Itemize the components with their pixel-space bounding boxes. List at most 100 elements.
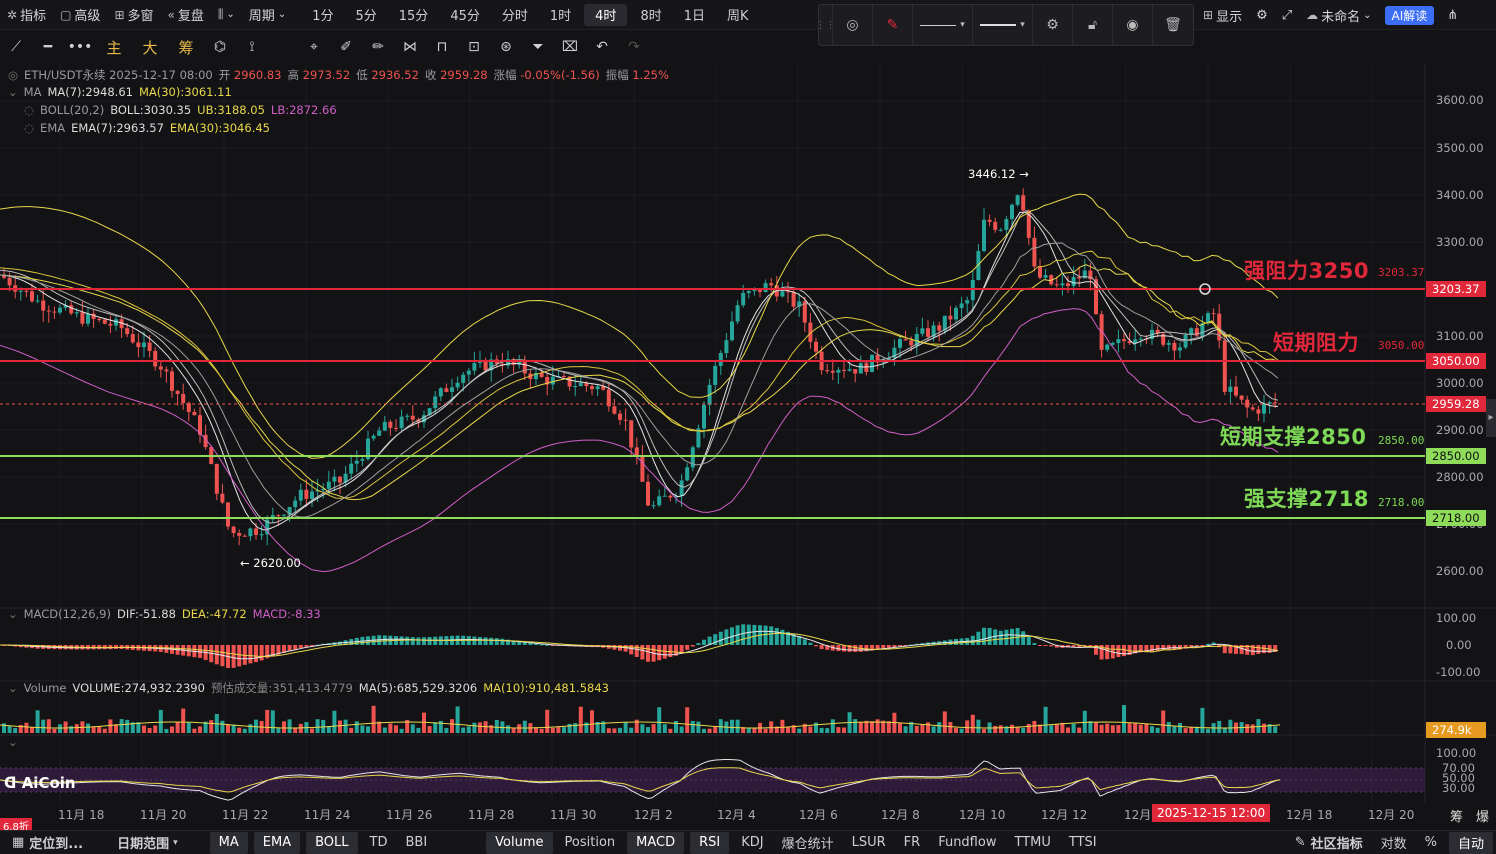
more-tools[interactable]: ••• xyxy=(64,39,96,55)
timeframe-3[interactable]: 45分 xyxy=(439,0,491,30)
auto-scale-toggle[interactable]: 自动 xyxy=(1448,831,1493,854)
indicator-12[interactable]: FR xyxy=(895,832,930,854)
indicator-4[interactable]: BBI xyxy=(396,832,436,854)
trend-line-tool[interactable]: ⟋ xyxy=(0,39,32,55)
chart-area[interactable]: ◎ ETH/USDT永续 2025-12-17 08:00 开 2960.83 … xyxy=(0,63,1496,803)
brush-tool[interactable]: ✐ xyxy=(330,39,362,55)
highlighter-tool[interactable]: ✏ xyxy=(362,39,394,55)
timeframe-2[interactable]: 15分 xyxy=(388,0,440,30)
color-button[interactable]: ✎ xyxy=(873,5,913,45)
filter-tool[interactable]: ⏷ xyxy=(522,39,554,55)
drag-handle-icon[interactable]: ⋮⋮ xyxy=(816,5,836,45)
cursor-tool[interactable]: ⌖ xyxy=(298,39,330,55)
line-style-select[interactable]: ▾ xyxy=(913,5,973,45)
settings-button[interactable]: ⚙ xyxy=(1033,5,1073,45)
indicator-7[interactable]: MACD xyxy=(627,831,685,854)
undo-button[interactable]: ↶ xyxy=(586,39,618,55)
chevron-icon[interactable]: ⌄ xyxy=(8,607,18,621)
ai-draw-tool[interactable]: ⌬ xyxy=(204,39,236,55)
timeframe-1[interactable]: 5分 xyxy=(344,0,387,30)
log-scale-toggle[interactable]: 对数 xyxy=(1372,832,1416,854)
short-resist-label[interactable]: 短期阻力 xyxy=(1273,327,1359,357)
timeframe-9[interactable]: 周K xyxy=(716,0,760,30)
price-axis-label: 3400.00 xyxy=(1436,188,1484,202)
indicator-9[interactable]: KDJ xyxy=(732,832,772,854)
indicator-6[interactable]: Position xyxy=(556,832,625,854)
timeframe-8[interactable]: 1日 xyxy=(673,0,716,30)
horizontal-line-tool[interactable]: ━ xyxy=(32,39,64,55)
magnet-tool[interactable]: ⊛ xyxy=(490,39,522,55)
price-axis-label: 3600.00 xyxy=(1436,93,1484,107)
timeframe-4[interactable]: 分时 xyxy=(491,0,539,30)
chevron-icon[interactable]: ⌄ xyxy=(8,735,18,749)
indicator-10[interactable]: 爆仓统计 xyxy=(773,832,843,854)
indicator-0[interactable]: MA xyxy=(209,831,248,854)
lock-button[interactable]: 🔓︎ xyxy=(1073,5,1113,45)
pattern-tool[interactable]: ⋈ xyxy=(394,39,426,55)
indicator-14[interactable]: TTMU xyxy=(1005,832,1059,854)
short-support-label[interactable]: 短期支撑2850 xyxy=(1220,421,1366,451)
user-menu[interactable]: ☁ 未命名 ⌄ xyxy=(1299,0,1378,30)
indicator-8[interactable]: RSI xyxy=(690,831,730,854)
volume-bar xyxy=(478,722,482,733)
indicator-1[interactable]: EMA xyxy=(253,831,301,854)
indicator-13[interactable]: Fundflow xyxy=(929,832,1005,854)
line-width-select[interactable]: ▾ xyxy=(973,5,1033,45)
template-tool[interactable]: ⊡ xyxy=(458,39,490,55)
magnet-button[interactable]: ◎ xyxy=(833,5,873,45)
candle-body xyxy=(18,290,23,292)
visibility-button[interactable]: ◉ xyxy=(1113,5,1153,45)
magnet-icon: ◎ xyxy=(846,17,859,33)
timeframe-7[interactable]: 8时 xyxy=(629,0,672,30)
timeframe-5[interactable]: 1时 xyxy=(539,0,582,30)
replay-menu[interactable]: «复盘 xyxy=(161,0,211,30)
redo-button[interactable]: ↷ xyxy=(618,39,650,55)
indicator-15[interactable]: TTSI xyxy=(1060,832,1106,854)
chips-toggle[interactable]: 筹 xyxy=(168,37,204,58)
strong-support-label[interactable]: 强支撑2718 xyxy=(1244,483,1369,513)
delete-tool[interactable]: ⌧ xyxy=(554,39,586,55)
timeframe-6[interactable]: 4时 xyxy=(584,3,628,26)
locate-button[interactable]: ▦ 定位到... xyxy=(0,832,92,854)
lock-tool[interactable]: ⊓ xyxy=(426,39,458,55)
chevron-icon[interactable]: ⌄ xyxy=(8,85,18,99)
indicator-11[interactable]: LSUR xyxy=(843,832,895,854)
liquidation-side-button[interactable]: 爆 xyxy=(1476,806,1489,825)
indicator-3[interactable]: TD xyxy=(361,832,397,854)
indicators-menu[interactable]: ✲ 指标 xyxy=(0,0,53,30)
delete-button[interactable]: 🗑︎ xyxy=(1153,5,1193,45)
side-panel-toggle[interactable]: ▸ xyxy=(1486,399,1496,437)
candle-body xyxy=(125,328,130,335)
indicator-2[interactable]: BOLL xyxy=(306,831,358,854)
advanced-menu[interactable]: ▢ 高级 xyxy=(53,0,107,30)
macd-bar xyxy=(1032,643,1037,645)
candle-body xyxy=(898,339,902,348)
time-axis-label: 11月 22 xyxy=(222,808,269,822)
macd-bar xyxy=(802,639,807,645)
share-button[interactable]: ⋔ xyxy=(1440,0,1465,30)
community-indicators-button[interactable]: ✎ 社区指标 xyxy=(1286,832,1372,854)
undo-icon: ↶ xyxy=(596,39,608,55)
chips-side-button[interactable]: 筹 xyxy=(1450,806,1463,825)
chart-type-menu[interactable]: ⫼ ⌄ xyxy=(211,0,242,30)
measure-tool[interactable]: ⟟ xyxy=(236,39,268,55)
chevron-icon[interactable]: ⌄ xyxy=(8,681,18,695)
main-chart-toggle[interactable]: 主 xyxy=(96,37,132,58)
multi-window-menu[interactable]: ⊞ 多窗 xyxy=(107,0,160,30)
indicator-5[interactable]: Volume xyxy=(486,831,553,854)
candle-body xyxy=(181,393,186,403)
period-menu[interactable]: 周期 ⌄ xyxy=(242,0,293,30)
volume-bar xyxy=(153,725,158,733)
ai-explain-button[interactable]: AI解读 xyxy=(1384,5,1435,25)
display-menu[interactable]: ⊞ 显示 xyxy=(1196,0,1249,30)
percent-scale-toggle[interactable]: % xyxy=(1416,832,1446,854)
volume-bar xyxy=(410,724,415,733)
strong-resist-label[interactable]: 强阻力3250 xyxy=(1244,255,1369,285)
timeframe-0[interactable]: 1分 xyxy=(301,0,344,30)
large-order-toggle[interactable]: 大 xyxy=(132,37,168,58)
settings-button[interactable]: ⚙ xyxy=(1249,0,1275,30)
candle-body xyxy=(114,319,118,326)
fullscreen-button[interactable]: ⤢ xyxy=(1275,0,1299,30)
macd-bar xyxy=(886,645,891,648)
date-range-button[interactable]: 日期范围 ▾ xyxy=(108,832,187,854)
